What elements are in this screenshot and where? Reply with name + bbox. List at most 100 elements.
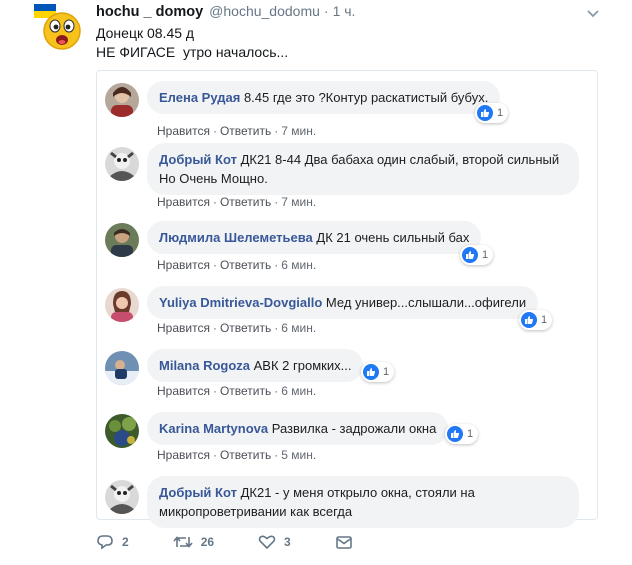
like-link[interactable]: Нравится <box>157 384 210 398</box>
reply-link[interactable]: Ответить <box>220 124 271 138</box>
comment-actions: Нравится · Ответить · 7 мин. <box>157 124 316 138</box>
comment-text: АВК 2 громких... <box>253 358 352 373</box>
reply-link[interactable]: Ответить <box>220 384 271 398</box>
retweet-icon <box>173 536 193 548</box>
separator-dot: · <box>274 384 279 398</box>
comment-bubble: Добрый Кот ДК21 8-44 Два бабаха один сла… <box>147 143 579 195</box>
comment-actions: Нравится · Ответить · 6 мин. <box>157 384 316 398</box>
comment-author[interactable]: Karina Martynova <box>159 421 268 436</box>
reply-count: 2 <box>122 535 129 549</box>
avatar[interactable] <box>105 480 139 514</box>
separator-dot: · <box>274 195 279 209</box>
separator-dot: · <box>274 321 279 335</box>
comment-text: ДК 21 очень сильный бах <box>316 230 470 245</box>
comment-actions: Нравится · Ответить · 6 мин. <box>157 258 316 272</box>
reaction-count[interactable]: 1 <box>445 424 479 444</box>
separator-dot: · <box>212 448 217 462</box>
tweet-time[interactable]: 1 ч. <box>333 3 356 19</box>
separator-dot: · <box>212 258 217 272</box>
comment-author[interactable]: Добрый Кот <box>159 485 237 500</box>
comment-text: Развилка - задрожали окна <box>271 421 437 436</box>
like-link[interactable]: Нравится <box>157 258 210 272</box>
like-thumb-icon <box>521 312 537 328</box>
avatar[interactable] <box>105 83 139 117</box>
direct-message-icon <box>335 536 352 549</box>
tweet-actions: 2 26 3 <box>96 534 405 550</box>
tweet-text: Донецк 08.45 д НЕ ФИГАСЕ утро началось... <box>96 24 288 62</box>
like-link[interactable]: Нравится <box>157 124 210 138</box>
avatar[interactable] <box>105 147 139 181</box>
comment-author[interactable]: Milana Rogoza <box>159 358 250 373</box>
comment-author[interactable]: Людмила Шелеметьева <box>159 230 313 245</box>
like-link[interactable]: Нравится <box>157 195 210 209</box>
comment-text: 8.45 где это ?Контур раскатистый бубух. <box>243 90 489 105</box>
separator-dot: · <box>323 3 329 19</box>
retweet-button[interactable]: 26 <box>173 534 214 550</box>
reply-button[interactable]: 2 <box>96 534 129 550</box>
like-link[interactable]: Нравится <box>157 321 210 335</box>
comment-actions: Нравится · Ответить · 5 мин. <box>157 448 316 462</box>
direct-message-button[interactable] <box>335 534 361 550</box>
separator-dot: · <box>274 258 279 272</box>
avatar[interactable] <box>105 414 139 448</box>
reaction-number: 1 <box>467 428 474 440</box>
reaction-count[interactable]: 1 <box>475 103 509 123</box>
retweet-count: 26 <box>200 535 215 549</box>
comment-actions: Нравится · Ответить · 7 мин. <box>157 195 316 209</box>
comment-time[interactable]: 6 мин. <box>281 258 316 272</box>
separator-dot: · <box>274 448 279 462</box>
comment-author[interactable]: Добрый Кот <box>159 152 237 167</box>
like-count: 3 <box>284 535 291 549</box>
avatar[interactable] <box>105 223 139 257</box>
comment-bubble: Людмила Шелеметьева ДК 21 очень сильный … <box>147 221 482 254</box>
reply-link[interactable]: Ответить <box>220 321 271 335</box>
tweet: hochu _ domoy @hochu_dodomu · 1 ч. Донец… <box>0 0 632 565</box>
chevron-down-icon[interactable] <box>586 6 600 18</box>
author-handle[interactable]: @hochu_dodomu <box>209 3 320 19</box>
comment-time[interactable]: 5 мин. <box>281 448 316 462</box>
like-thumb-icon <box>477 105 493 121</box>
like-thumb-icon <box>363 364 379 380</box>
tweet-text-line: Донецк 08.45 д <box>96 25 195 41</box>
tweet-header: hochu _ domoy @hochu_dodomu · 1 ч. <box>96 3 355 23</box>
heart-icon <box>258 535 276 550</box>
reaction-number: 1 <box>383 366 390 378</box>
separator-dot: · <box>212 384 217 398</box>
comment-bubble: Milana Rogoza АВК 2 громких... <box>147 349 364 382</box>
avatar[interactable] <box>105 351 139 385</box>
comment-author[interactable]: Елена Рудая <box>159 90 240 105</box>
separator-dot: · <box>212 195 217 209</box>
embedded-image[interactable]: Елена Рудая 8.45 где это ?Контур раскати… <box>96 70 598 528</box>
emoji-face-icon <box>34 4 81 50</box>
reaction-count[interactable]: 1 <box>361 362 395 382</box>
reaction-number: 1 <box>497 107 504 119</box>
reply-link[interactable]: Ответить <box>220 195 271 209</box>
reaction-number: 1 <box>541 314 548 326</box>
comment-time[interactable]: 7 мин. <box>281 195 316 209</box>
comment-author[interactable]: Yuliya Dmitrieva-Dovgiallo <box>159 295 322 310</box>
author-name[interactable]: hochu _ domoy <box>96 4 203 20</box>
separator-dot: · <box>274 124 279 138</box>
comment-time[interactable]: 6 мин. <box>281 384 316 398</box>
like-thumb-icon <box>462 247 478 263</box>
comment-time[interactable]: 6 мин. <box>281 321 316 335</box>
reaction-number: 1 <box>482 249 489 261</box>
like-link[interactable]: Нравится <box>157 448 210 462</box>
comment-bubble: Добрый Кот ДК21 - у меня открыло окна, с… <box>147 476 579 528</box>
separator-dot: · <box>212 321 217 335</box>
comment-actions: Нравится · Ответить · 6 мин. <box>157 321 316 335</box>
comment-bubble: Karina Martynova Развилка - задрожали ок… <box>147 412 449 445</box>
like-thumb-icon <box>447 426 463 442</box>
comment-bubble: Yuliya Dmitrieva-Dovgiallo Мед универ...… <box>147 286 539 319</box>
reaction-count[interactable]: 1 <box>519 310 553 330</box>
tweet-text-line: НЕ ФИГАСЕ утро началось... <box>96 44 289 60</box>
reaction-count[interactable]: 1 <box>460 245 494 265</box>
reply-icon <box>97 535 113 550</box>
author-avatar[interactable] <box>34 4 84 54</box>
comment-time[interactable]: 7 мин. <box>281 124 316 138</box>
reply-link[interactable]: Ответить <box>220 258 271 272</box>
comment-text: Мед универ...слышали...офигели <box>325 295 527 310</box>
avatar[interactable] <box>105 288 139 322</box>
reply-link[interactable]: Ответить <box>220 448 271 462</box>
like-button[interactable]: 3 <box>258 534 291 550</box>
